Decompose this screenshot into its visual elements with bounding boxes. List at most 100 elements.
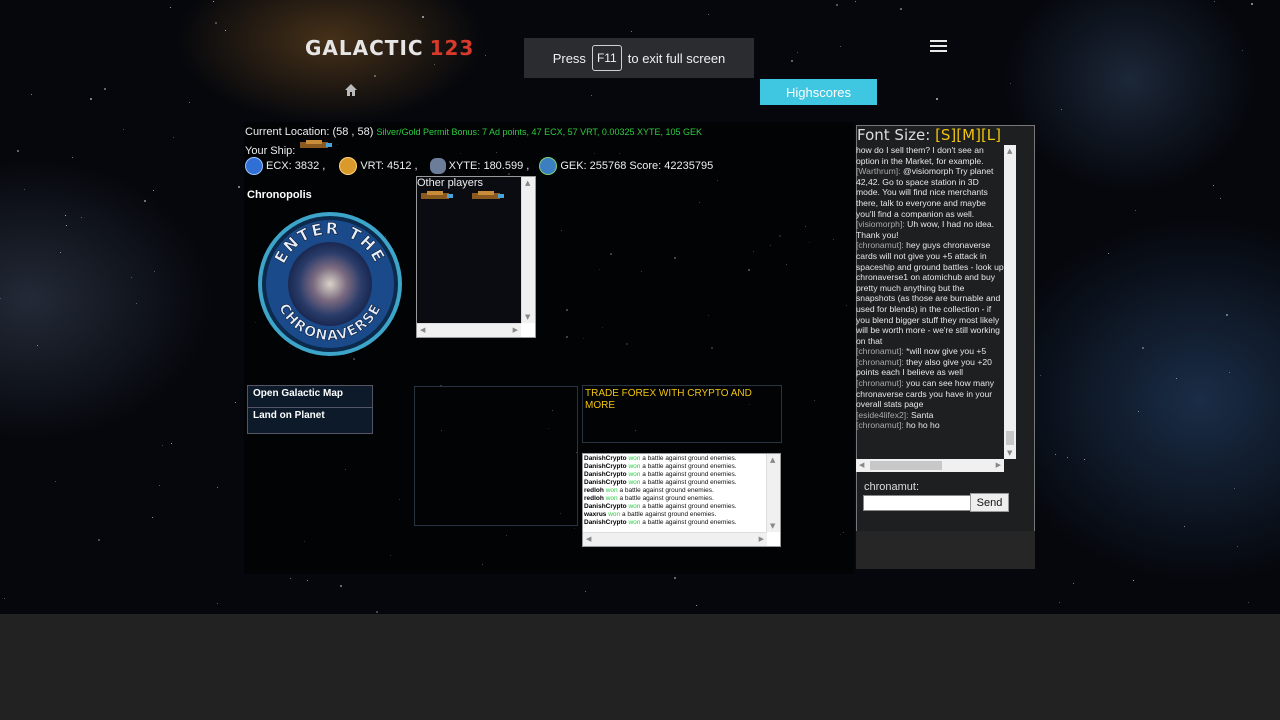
resources-bar: ECX: 3832 , VRT: 4512 , XYTE: 180.599 , … bbox=[245, 157, 721, 175]
ship-image bbox=[300, 140, 332, 148]
star bbox=[123, 129, 124, 130]
battle-description: a battle against ground enemies. bbox=[642, 471, 737, 478]
gek-icon bbox=[539, 157, 558, 175]
chat-message: [chronamut]: they also give you +20 poin… bbox=[856, 357, 1004, 378]
other-player-ship-2[interactable] bbox=[468, 189, 506, 203]
star bbox=[631, 31, 632, 32]
vrt-icon bbox=[339, 157, 358, 175]
star bbox=[215, 22, 217, 24]
xyte-icon bbox=[429, 158, 446, 174]
battle-player-name[interactable]: redloh bbox=[584, 495, 604, 502]
chat-message-user[interactable]: [chronamut]: bbox=[856, 240, 904, 250]
battle-player-name[interactable]: DanishCrypto bbox=[584, 503, 627, 510]
ecx-resource: ECX: 3832 , bbox=[245, 157, 325, 175]
star bbox=[1213, 185, 1214, 186]
chat-message-user[interactable]: [eside4lifex2]: bbox=[856, 410, 909, 420]
gek-resource: GEK: 255768 Score: 42235795 bbox=[539, 157, 713, 175]
star bbox=[154, 271, 155, 272]
star bbox=[674, 577, 676, 579]
battle-log-vertical-scrollbar[interactable]: ▲ ▼ bbox=[766, 454, 780, 532]
battle-player-name[interactable]: DanishCrypto bbox=[584, 471, 627, 478]
chat-message-text: how do I sell them? I don't see an optio… bbox=[856, 145, 984, 166]
star bbox=[1220, 198, 1221, 199]
chronaverse-planet-badge[interactable]: ENTER THE CHRONAVERSE bbox=[256, 210, 404, 358]
ad-link[interactable]: TRADE FOREX WITH CRYPTO AND MORE bbox=[583, 386, 781, 414]
fullscreen-notice: Press F11 to exit full screen bbox=[524, 38, 754, 78]
star bbox=[1133, 580, 1134, 581]
star bbox=[170, 7, 171, 8]
star bbox=[1229, 372, 1230, 373]
chat-message-input[interactable] bbox=[863, 495, 974, 511]
star bbox=[189, 102, 190, 103]
other-player-ship-1[interactable] bbox=[417, 189, 455, 203]
star bbox=[1138, 411, 1139, 412]
battle-player-name[interactable]: DanishCrypto bbox=[584, 519, 627, 526]
font-size-small-button[interactable]: [S] bbox=[935, 126, 956, 144]
chat-message-user[interactable]: [chronamut]: bbox=[856, 357, 904, 367]
star bbox=[1061, 109, 1062, 110]
chat-message: [chronamut]: ho ho ho bbox=[856, 420, 1004, 431]
battle-player-name[interactable]: DanishCrypto bbox=[584, 463, 627, 470]
battle-log[interactable]: DanishCrypto won a battle against ground… bbox=[582, 453, 781, 547]
star bbox=[173, 137, 174, 138]
star bbox=[340, 585, 342, 587]
star bbox=[900, 8, 902, 10]
battle-log-horizontal-scrollbar[interactable]: ◀ ▶ bbox=[583, 532, 767, 546]
star bbox=[55, 481, 56, 482]
chat-message-user[interactable]: [visiomorph]: bbox=[856, 219, 905, 229]
star bbox=[24, 189, 25, 190]
chat-horizontal-scrollbar[interactable]: ◀ ▶ bbox=[856, 459, 1004, 472]
other-players-horizontal-scrollbar[interactable]: ◀ ▶ bbox=[417, 323, 521, 337]
star bbox=[434, 64, 435, 65]
chat-log[interactable]: how do I sell them? I don't see an optio… bbox=[856, 145, 1004, 459]
home-icon[interactable] bbox=[344, 83, 358, 97]
star bbox=[1084, 459, 1085, 460]
battle-player-name[interactable]: redloh bbox=[584, 487, 604, 494]
land-on-planet-button[interactable]: Land on Planet bbox=[248, 408, 372, 430]
logo-number: 123 bbox=[429, 36, 475, 60]
star bbox=[290, 578, 291, 579]
chat-message-user[interactable]: [Warthrum]: bbox=[856, 166, 901, 176]
hamburger-menu-icon[interactable] bbox=[930, 40, 947, 52]
other-players-vertical-scrollbar[interactable]: ▲ ▼ bbox=[521, 177, 535, 323]
battle-log-entry: redloh won a battle against ground enemi… bbox=[584, 487, 766, 495]
chat-message-user[interactable]: [chronamut]: bbox=[856, 420, 904, 430]
xyte-value: XYTE: 180.599 , bbox=[448, 160, 530, 172]
star bbox=[1251, 3, 1253, 5]
send-button[interactable]: Send bbox=[970, 493, 1009, 512]
star bbox=[585, 591, 586, 592]
star bbox=[104, 88, 106, 90]
star bbox=[791, 60, 793, 62]
vrt-resource: VRT: 4512 , bbox=[339, 157, 418, 175]
other-players-label: Other players bbox=[417, 177, 484, 189]
chat-vertical-scrollbar[interactable]: ▲ ▼ bbox=[1004, 145, 1016, 459]
ecx-value: ECX: 3832 , bbox=[266, 160, 326, 172]
open-galactic-map-button[interactable]: Open Galactic Map bbox=[248, 386, 372, 408]
star bbox=[159, 485, 160, 486]
battle-result: won bbox=[605, 487, 618, 494]
star bbox=[1108, 253, 1109, 254]
chat-message: [chronamut]: *will now give you +5 bbox=[856, 346, 1004, 357]
star bbox=[1242, 50, 1243, 51]
battle-description: a battle against ground enemies. bbox=[642, 463, 737, 470]
battle-player-name[interactable]: DanishCrypto bbox=[584, 455, 627, 462]
star bbox=[696, 605, 697, 606]
battle-result: won bbox=[628, 479, 641, 486]
star bbox=[31, 94, 32, 95]
chat-message: [eside4lifex2]: Santa bbox=[856, 410, 1004, 421]
battle-player-name[interactable]: waxrus bbox=[584, 511, 606, 518]
battle-result: won bbox=[608, 511, 621, 518]
chat-message-text: *will now give you +5 bbox=[906, 346, 987, 357]
chat-message-user[interactable]: [chronamut]: bbox=[856, 346, 904, 356]
chat-message-user[interactable]: [chronamut]: bbox=[856, 378, 904, 388]
font-size-medium-button[interactable]: [M] bbox=[956, 126, 981, 144]
battle-result: won bbox=[628, 503, 641, 510]
highscores-button[interactable]: Highscores bbox=[760, 79, 877, 105]
game-logo[interactable]: GALACTIC 123 bbox=[305, 36, 474, 60]
star bbox=[0, 298, 1, 299]
battle-player-name[interactable]: DanishCrypto bbox=[584, 479, 627, 486]
star bbox=[1234, 488, 1235, 489]
battle-log-list: DanishCrypto won a battle against ground… bbox=[584, 455, 766, 533]
font-size-large-button[interactable]: [L] bbox=[981, 126, 1001, 144]
location-label: Current Location: bbox=[245, 126, 330, 138]
